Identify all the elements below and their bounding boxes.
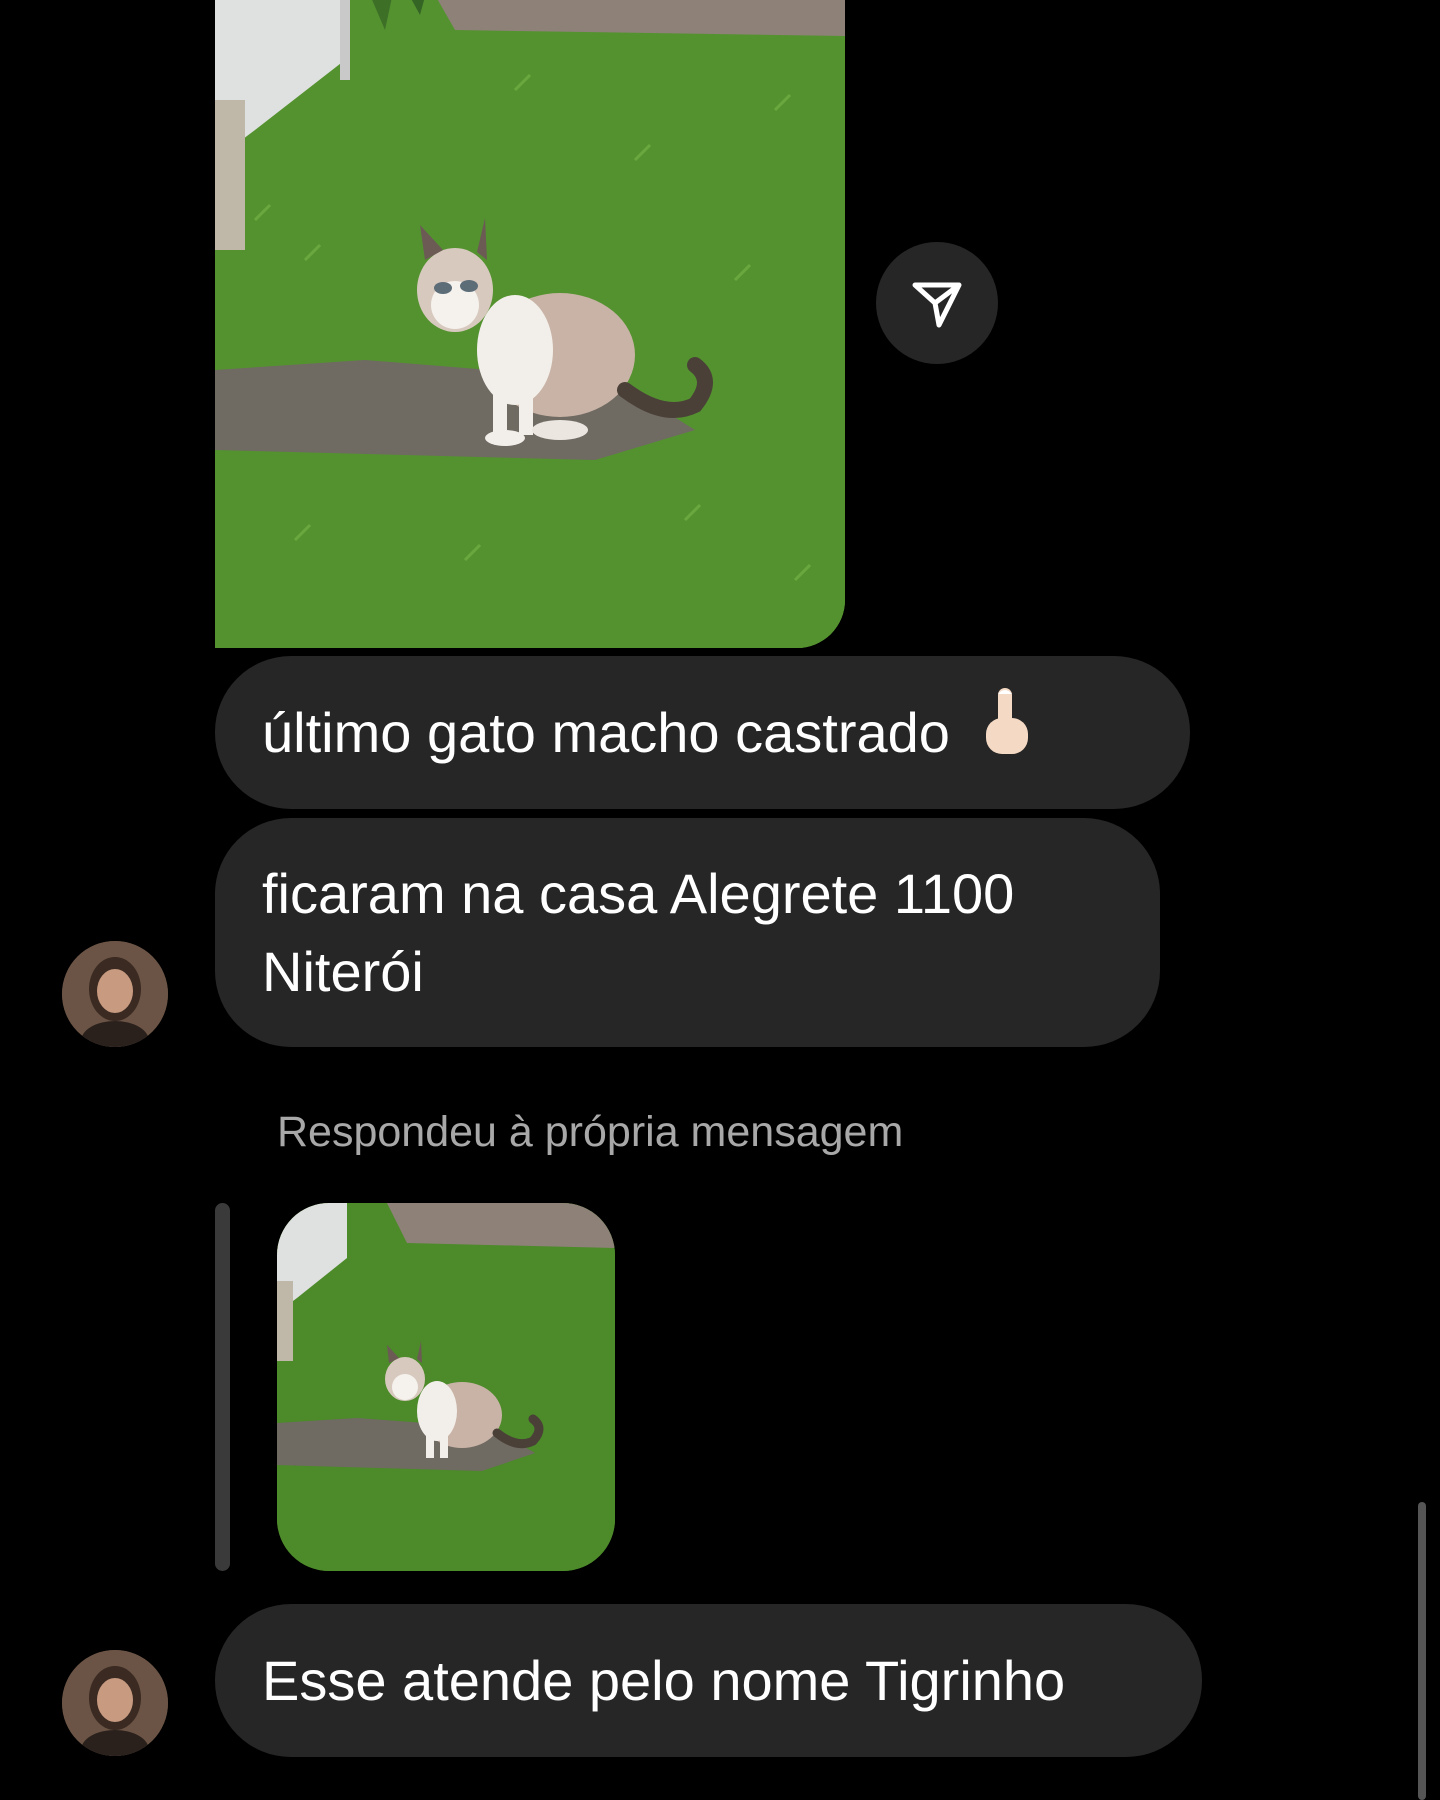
reply-indicator-bar bbox=[215, 1203, 230, 1571]
message-bubble-2[interactable]: ficaram na casa Alegrete 1100 Niterói bbox=[215, 818, 1160, 1047]
avatar-image bbox=[62, 941, 168, 1047]
message-bubble-1[interactable]: último gato macho castrado bbox=[215, 656, 1190, 809]
reply-label: Respondeu à própria mensagem bbox=[277, 1108, 904, 1156]
cat-photo-thumbnail bbox=[277, 1203, 615, 1571]
message-text-3: Esse atende pelo nome Tigrinho bbox=[262, 1648, 1066, 1712]
message-text-2: ficaram na casa Alegrete 1100 Niterói bbox=[262, 861, 1015, 1003]
paper-plane-icon bbox=[912, 282, 962, 328]
scrollbar[interactable] bbox=[1418, 1502, 1426, 1800]
message-text-1: último gato macho castrado bbox=[262, 700, 950, 764]
avatar-image bbox=[62, 1650, 168, 1756]
cat-photo-image bbox=[215, 0, 845, 648]
photo-message-cat[interactable] bbox=[215, 0, 845, 648]
backhand-index-pointing-up-icon bbox=[978, 684, 1034, 782]
avatar[interactable] bbox=[62, 941, 168, 1047]
replied-photo-thumbnail[interactable] bbox=[277, 1203, 615, 1571]
share-button[interactable] bbox=[876, 242, 998, 364]
avatar[interactable] bbox=[62, 1650, 168, 1756]
message-bubble-3[interactable]: Esse atende pelo nome Tigrinho bbox=[215, 1604, 1202, 1757]
